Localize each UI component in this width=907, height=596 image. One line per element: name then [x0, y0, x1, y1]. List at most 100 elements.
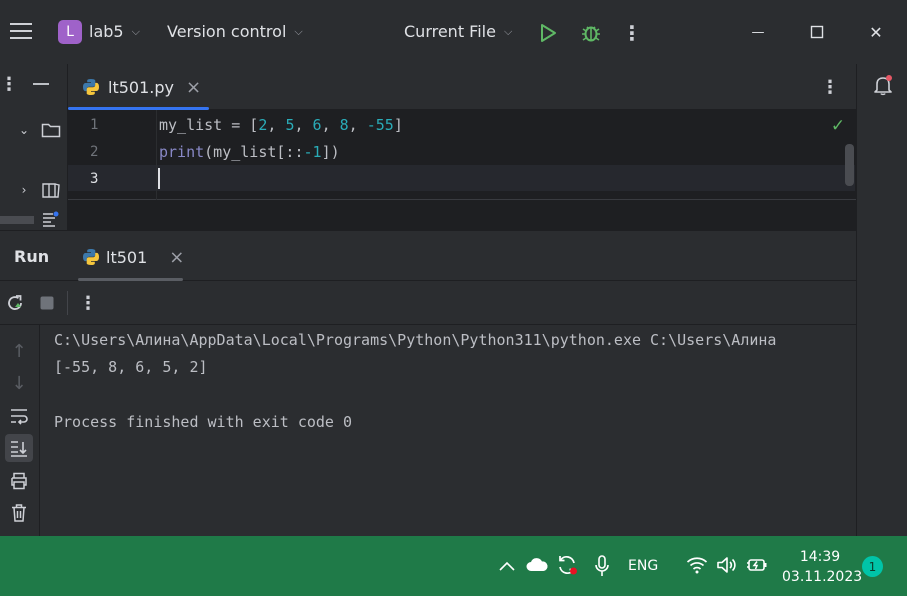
project-selector[interactable]: lab5 ⌵: [89, 22, 140, 41]
soft-wrap-icon[interactable]: [8, 406, 30, 426]
project-name: lab5: [89, 22, 124, 41]
stop-icon: [40, 296, 54, 310]
close-icon: ✕: [869, 22, 883, 42]
editor-tab-bar: lt501.py × ⋮: [68, 64, 856, 110]
chevron-down-icon: ⌵: [131, 24, 140, 38]
print-icon[interactable]: [8, 471, 30, 491]
arrow-up-icon[interactable]: ↑: [9, 341, 29, 362]
play-icon: [541, 24, 556, 42]
vcs-label: Version control: [167, 22, 287, 41]
console-line: [-55, 8, 6, 5, 2]: [54, 358, 208, 376]
debug-button[interactable]: [578, 20, 604, 46]
close-window-button[interactable]: ✕: [862, 18, 890, 46]
editor-scrollbar[interactable]: [845, 144, 854, 186]
microphone-icon[interactable]: [592, 554, 612, 578]
wifi-icon[interactable]: [685, 554, 709, 576]
minimize-button[interactable]: —: [744, 18, 772, 46]
code-text: ,: [267, 116, 286, 134]
code-editor[interactable]: 1 2 3 my_list = [2, 5, 6, 8, -55] print(…: [68, 110, 856, 200]
code-text: ,: [294, 116, 313, 134]
run-tab-lt501[interactable]: lt501 ×: [82, 246, 184, 268]
system-clock[interactable]: 14:39 03.11.2023: [782, 547, 862, 587]
close-tab-icon[interactable]: ×: [169, 247, 184, 268]
code-text: (my_list[::: [204, 143, 304, 161]
inspection-ok-icon[interactable]: ✓: [828, 116, 848, 136]
console-line: Process finished with exit code 0: [54, 413, 353, 431]
title-bar: L lab5 ⌵ Version control ⌵ Current File …: [0, 0, 907, 64]
project-options-icon[interactable]: ⋮: [0, 72, 18, 96]
text-caret: [158, 168, 160, 189]
run-button[interactable]: [536, 21, 560, 45]
code-line-1: my_list = [2, 5, 6, 8, -55]: [159, 116, 403, 134]
stop-button[interactable]: [38, 294, 56, 312]
chevron-down-icon: ⌵: [503, 24, 513, 38]
number-literal: 8: [339, 116, 349, 134]
battery-charging-icon[interactable]: [745, 554, 769, 576]
python-file-icon: [83, 79, 99, 95]
project-initial: L: [66, 24, 74, 40]
project-badge[interactable]: L: [58, 20, 82, 44]
hide-panel-icon[interactable]: [30, 80, 52, 88]
python-file-icon: [83, 249, 99, 265]
run-toolbar: ⋮: [0, 281, 856, 325]
notifications-icon[interactable]: [870, 72, 896, 98]
volume-icon[interactable]: [715, 554, 739, 576]
line-number: 2: [90, 144, 99, 160]
maximize-button[interactable]: [803, 18, 831, 46]
current-line-highlight: [68, 165, 855, 191]
line-number: 3: [90, 171, 99, 187]
windows-taskbar: ENG 14:39 03.11.2023 1: [0, 536, 907, 596]
run-side-toolbar: ↑ ↓: [0, 325, 40, 536]
gutter-separator: [156, 110, 157, 200]
chevron-up-icon[interactable]: [496, 556, 518, 576]
scroll-to-end-icon[interactable]: [5, 434, 33, 462]
trash-icon[interactable]: [8, 503, 30, 523]
sync-icon[interactable]: [554, 552, 580, 578]
code-text: ,: [348, 116, 367, 134]
number-literal: -55: [366, 116, 394, 134]
rerun-icon: [8, 295, 22, 310]
minimize-icon: —: [751, 24, 765, 40]
line-number: 1: [90, 117, 99, 133]
horizontal-scrollbar[interactable]: [0, 216, 34, 224]
code-text: ]: [393, 116, 403, 134]
toolbar-separator: [67, 291, 68, 315]
main-menu-icon[interactable]: [10, 21, 32, 41]
editor-tab-label: lt501.py: [108, 77, 174, 97]
close-tab-icon[interactable]: ×: [186, 77, 201, 98]
rerun-button[interactable]: [4, 292, 26, 314]
builtin-function: print: [159, 143, 205, 161]
notification-count-badge[interactable]: 1: [862, 556, 883, 577]
run-tab-label: lt501: [106, 247, 148, 267]
external-libraries-icon[interactable]: [40, 180, 62, 200]
editor-empty-area[interactable]: [68, 200, 856, 230]
vcs-menu[interactable]: Version control ⌵: [167, 22, 303, 41]
number-literal: 6: [312, 116, 322, 134]
code-line-2: print(my_list[::-1]): [159, 143, 340, 161]
run-console[interactable]: C:\Users\Алина\AppData\Local\Programs\Py…: [40, 325, 856, 536]
bug-icon: [582, 26, 600, 42]
maximize-icon: [810, 25, 824, 39]
arrow-down-icon[interactable]: ↓: [9, 373, 29, 394]
run-panel-header: Run lt501 ×: [0, 230, 856, 281]
chevron-right-icon[interactable]: ›: [16, 182, 32, 198]
project-tool-strip: ⋮ ⌄ ›: [0, 64, 68, 230]
run-config-selector[interactable]: Current File ⌵: [404, 22, 512, 41]
right-tool-strip: [856, 64, 907, 536]
cloud-icon[interactable]: [524, 554, 550, 576]
editor-tab-lt501[interactable]: lt501.py ×: [82, 74, 201, 100]
tab-actions-icon[interactable]: ⋮: [820, 74, 840, 100]
number-literal: -1: [303, 143, 322, 161]
scratches-icon[interactable]: [40, 210, 60, 228]
code-text: ]): [321, 143, 340, 161]
folder-icon[interactable]: [40, 120, 62, 140]
more-actions-icon[interactable]: ⋮: [622, 20, 642, 46]
run-config-label: Current File: [404, 22, 496, 41]
input-language-indicator[interactable]: ENG: [628, 555, 658, 577]
clock-time: 14:39: [799, 549, 841, 565]
run-panel-title: Run: [14, 247, 50, 266]
code-text: my_list = [: [159, 116, 259, 134]
chevron-down-icon[interactable]: ⌄: [16, 122, 32, 138]
chevron-down-icon: ⌵: [294, 24, 303, 38]
run-more-actions-icon[interactable]: ⋮: [79, 291, 97, 315]
